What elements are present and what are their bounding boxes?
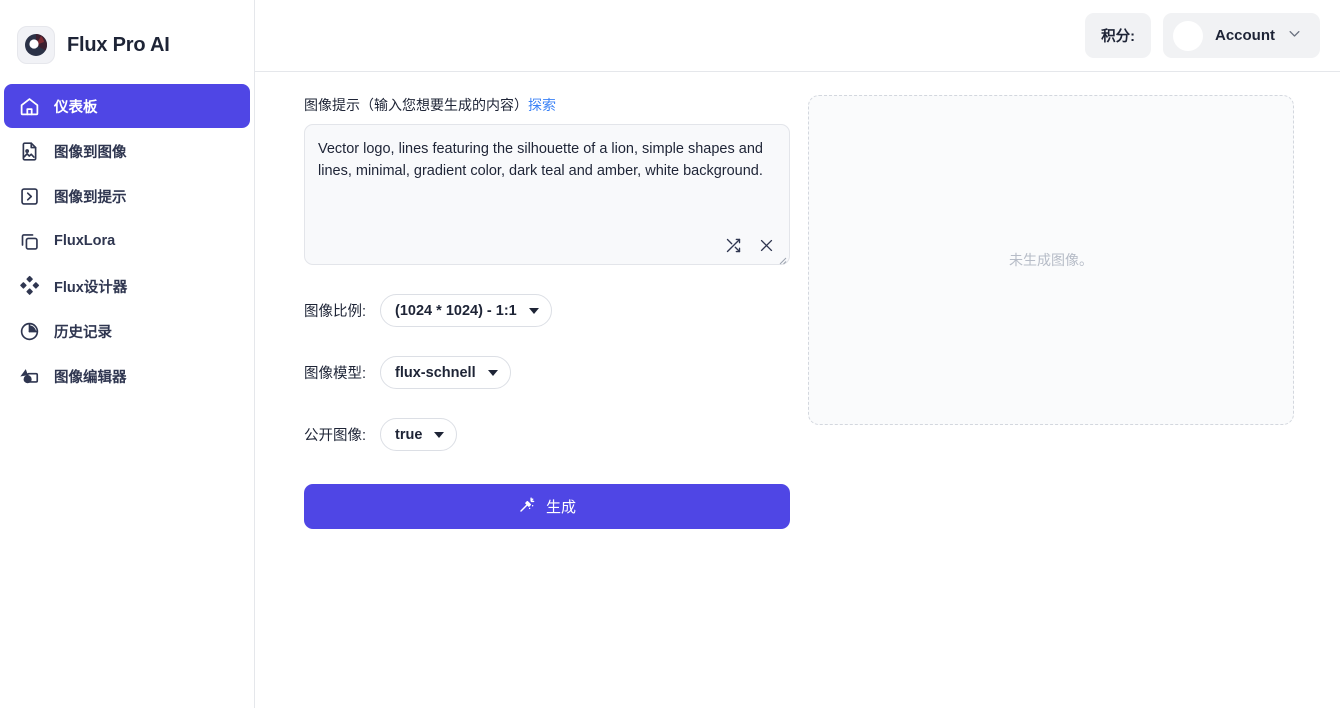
sidebar-item-label: 图像到提示	[54, 189, 127, 206]
image-preview-dropzone[interactable]: 未生成图像。	[808, 95, 1294, 425]
main-area: 积分: Account 图像提示（输入您想要生成的内容）探索 Vector lo…	[255, 0, 1340, 708]
pie-chart-icon	[18, 320, 40, 342]
prompt-label: 图像提示（输入您想要生成的内容）探索	[304, 95, 790, 115]
prompt-value: Vector logo, lines featuring the silhoue…	[318, 141, 767, 179]
sidebar-item-image-editor[interactable]: 图像编辑器	[4, 354, 250, 398]
credits-badge[interactable]: 积分:	[1085, 13, 1151, 58]
ratio-value: (1024 * 1024) - 1:1	[395, 302, 517, 319]
preview-empty-text: 未生成图像。	[1009, 252, 1093, 268]
close-icon[interactable]	[758, 237, 775, 254]
magic-wand-icon	[518, 496, 536, 518]
home-icon	[18, 95, 40, 117]
ratio-field: 图像比例: (1024 * 1024) - 1:1	[304, 294, 790, 327]
public-value: true	[395, 426, 423, 443]
sidebar: Flux Pro AI 仪表板 图像到图像 图像到提示 FluxLora Flu…	[0, 0, 255, 708]
credits-label: 积分:	[1101, 29, 1135, 45]
generate-button[interactable]: 生成	[304, 484, 790, 529]
model-label: 图像模型:	[304, 366, 367, 382]
diamond-grid-icon	[18, 275, 40, 297]
image-file-icon	[18, 140, 40, 162]
sidebar-item-image-to-prompt[interactable]: 图像到提示	[4, 174, 250, 218]
flux-orb-logo-icon	[17, 26, 55, 64]
shuffle-icon[interactable]	[725, 237, 742, 254]
model-select[interactable]: flux-schnell	[380, 356, 511, 389]
copy-icon	[18, 230, 40, 252]
prompt-textarea[interactable]: Vector logo, lines featuring the silhoue…	[304, 124, 790, 265]
model-value: flux-schnell	[395, 364, 476, 381]
sidebar-item-label: 图像编辑器	[54, 369, 127, 386]
image-editor-icon	[18, 365, 40, 387]
chevron-down-icon	[1287, 26, 1302, 46]
content-area: 图像提示（输入您想要生成的内容）探索 Vector logo, lines fe…	[255, 72, 1340, 708]
sidebar-item-label: Flux设计器	[54, 279, 128, 296]
sidebar-item-image-to-image[interactable]: 图像到图像	[4, 129, 250, 173]
sidebar-item-dashboard[interactable]: 仪表板	[4, 84, 250, 128]
avatar	[1173, 20, 1203, 51]
sidebar-item-flux-designer[interactable]: Flux设计器	[4, 264, 250, 308]
resize-handle[interactable]	[777, 252, 787, 265]
sidebar-item-label: 历史记录	[54, 324, 112, 341]
chevron-down-icon	[487, 369, 498, 376]
public-field: 公开图像: true	[304, 418, 790, 451]
prompt-label-text: 图像提示（输入您想要生成的内容）	[304, 97, 528, 113]
account-menu-button[interactable]: Account	[1163, 13, 1320, 58]
brand-title: Flux Pro AI	[67, 33, 170, 56]
account-label: Account	[1215, 27, 1275, 44]
explore-link[interactable]: 探索	[528, 97, 556, 113]
chevron-down-icon	[434, 431, 445, 438]
public-select[interactable]: true	[380, 418, 458, 451]
sidebar-nav: 仪表板 图像到图像 图像到提示 FluxLora Flux设计器 历史记录 图像…	[0, 72, 254, 398]
ratio-label: 图像比例:	[304, 304, 367, 320]
prompt-actions	[725, 237, 775, 254]
ratio-select[interactable]: (1024 * 1024) - 1:1	[380, 294, 552, 327]
generation-form: 图像提示（输入您想要生成的内容）探索 Vector logo, lines fe…	[304, 88, 790, 708]
model-field: 图像模型: flux-schnell	[304, 356, 790, 389]
sidebar-item-label: FluxLora	[54, 233, 116, 249]
sidebar-item-label: 图像到图像	[54, 144, 127, 161]
chevron-box-icon	[18, 185, 40, 207]
public-label: 公开图像:	[304, 428, 367, 444]
topbar: 积分: Account	[255, 0, 1340, 72]
chevron-down-icon	[528, 307, 539, 314]
sidebar-item-label: 仪表板	[54, 99, 98, 116]
sidebar-item-history[interactable]: 历史记录	[4, 309, 250, 353]
app-root: Flux Pro AI 仪表板 图像到图像 图像到提示 FluxLora Flu…	[0, 0, 1340, 708]
brand: Flux Pro AI	[0, 0, 254, 72]
generate-label: 生成	[545, 499, 576, 516]
sidebar-item-fluxlora[interactable]: FluxLora	[4, 219, 250, 263]
preview-pane: 未生成图像。	[808, 88, 1294, 708]
